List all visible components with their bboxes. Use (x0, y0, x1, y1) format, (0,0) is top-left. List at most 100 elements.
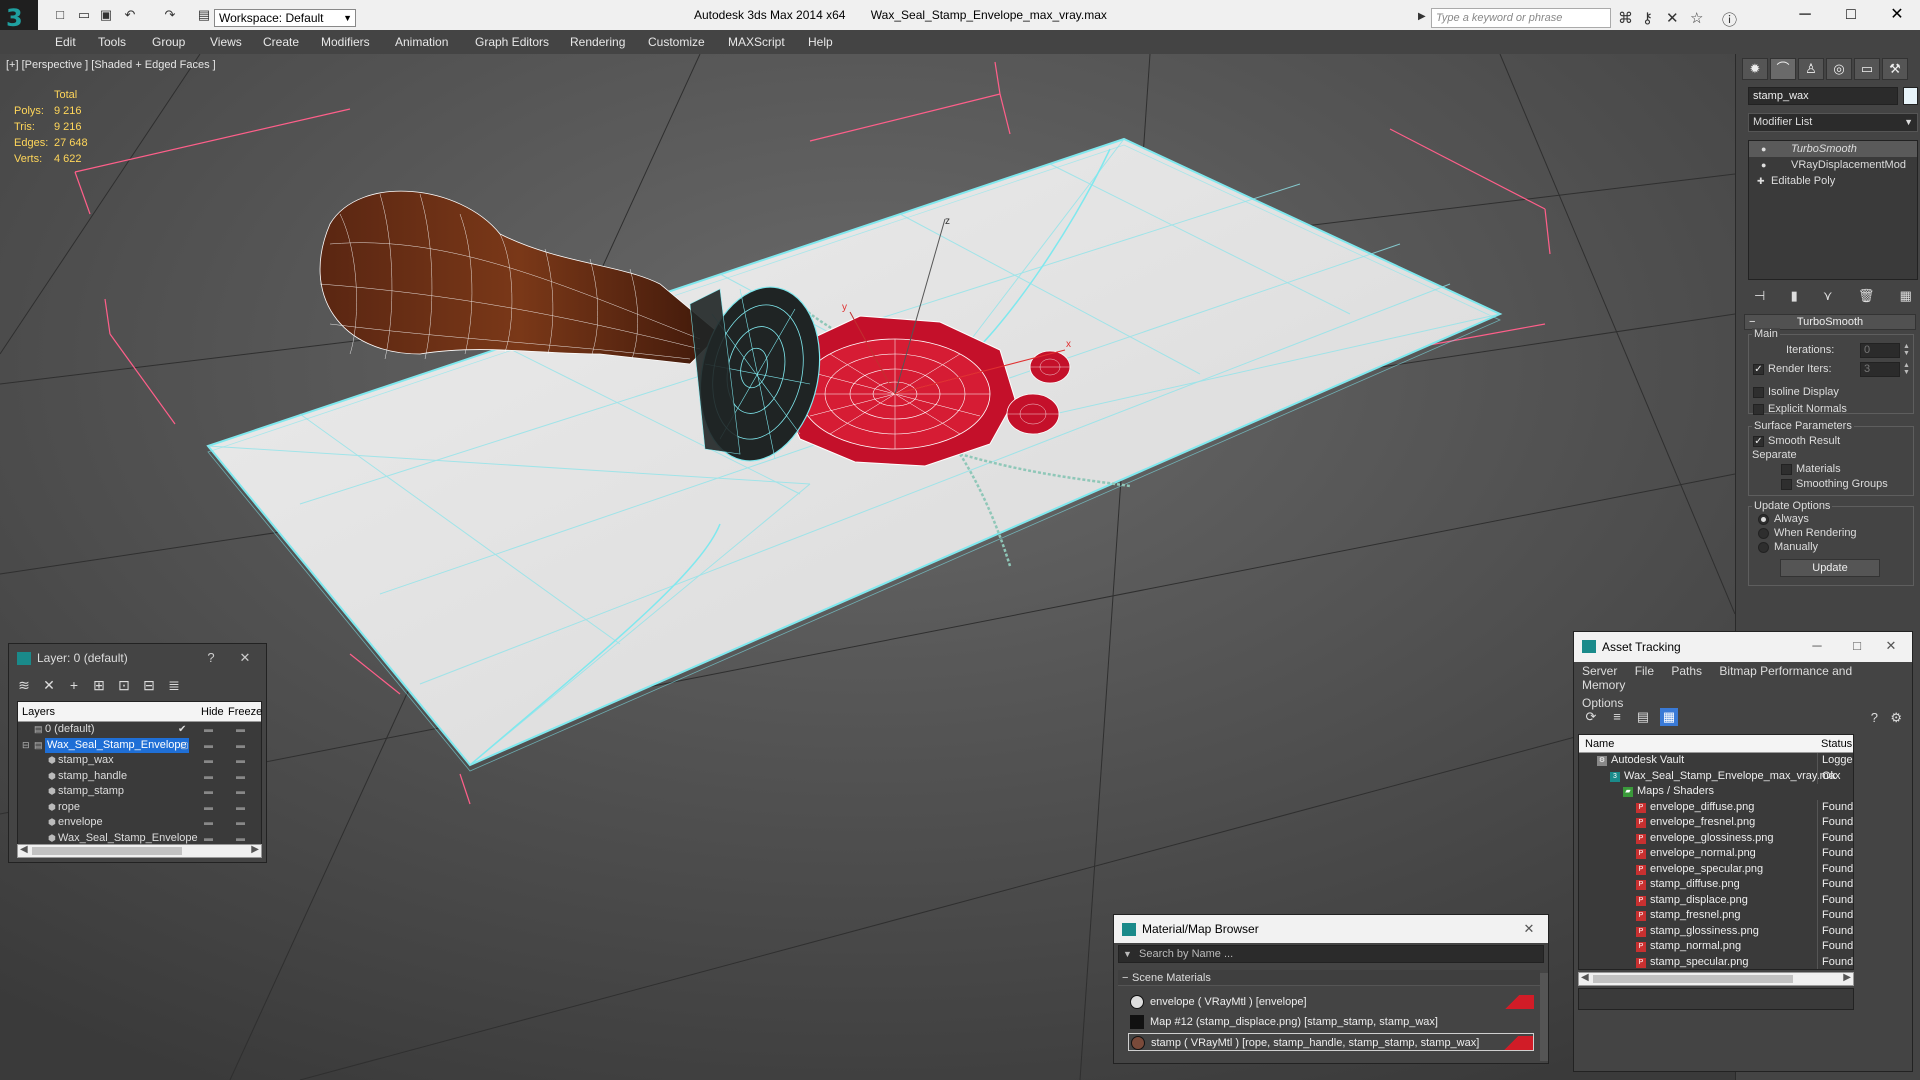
utilities-tab-icon[interactable]: ⚒ (1882, 58, 1908, 80)
asset-row[interactable]: Penvelope_glossiness.png Found (1579, 830, 1853, 846)
asset-row[interactable]: Penvelope_diffuse.png Found (1579, 799, 1853, 815)
minimize-button[interactable]: ─ (1802, 632, 1832, 660)
render-iters-spinner[interactable]: 3 (1860, 362, 1900, 377)
create-tab-icon[interactable]: ✹ (1742, 58, 1768, 80)
create-layer-icon[interactable]: + (65, 676, 83, 694)
key-icon[interactable]: ⚷ (1642, 9, 1653, 27)
help-icon[interactable]: ? (1871, 710, 1878, 725)
stack-item-turbosmooth[interactable]: ● TurboSmooth (1749, 141, 1917, 157)
delete-layer-icon[interactable]: ✕ (40, 676, 58, 694)
hide-toggle[interactable]: ▬ (204, 769, 213, 785)
menu-tools[interactable]: Tools (98, 35, 126, 49)
hide-column-header[interactable]: Hide (201, 706, 224, 718)
layer-object-row[interactable]: ⬢ stamp_stamp ▬ ▬ (18, 784, 261, 800)
isoline-display-checkbox[interactable] (1753, 387, 1764, 398)
expand-plus-icon[interactable]: ✚ (1757, 173, 1765, 189)
project-folder-icon[interactable]: ▤ (196, 7, 212, 23)
menu-customize[interactable]: Customize (648, 35, 705, 49)
update-button[interactable]: Update (1780, 559, 1880, 577)
close-icon[interactable]: ✕ (1514, 915, 1544, 943)
render-iters-checkbox[interactable]: ✓ (1753, 364, 1764, 375)
menu-paths[interactable]: Paths (1671, 664, 1702, 678)
add-selection-icon[interactable]: ⊞ (90, 676, 108, 694)
scene-materials-header[interactable]: − Scene Materials (1118, 970, 1540, 986)
select-objects-icon[interactable]: ⊡ (115, 676, 133, 694)
workspace-dropdown[interactable]: Workspace: Default ▼ (214, 9, 356, 27)
hide-toggle[interactable]: ▬ (204, 738, 213, 754)
object-color-swatch[interactable] (1903, 87, 1918, 105)
layer-explorer-titlebar[interactable]: Layer: 0 (default) ? ✕ (9, 644, 266, 672)
asset-row[interactable]: Pstamp_fresnel.png Found (1579, 908, 1853, 924)
list-view-icon[interactable]: ≡ (1608, 708, 1626, 726)
exchange-icon[interactable]: ✕ (1666, 9, 1679, 27)
motion-tab-icon[interactable]: ◎ (1826, 58, 1852, 80)
layer-object-row[interactable]: ⬢ stamp_wax ▬ ▬ (18, 753, 261, 769)
search-options-icon[interactable]: ▼ (1123, 946, 1132, 962)
layer-object-row[interactable]: ⬢ envelope ▬ ▬ (18, 815, 261, 831)
favorites-star-icon[interactable]: ☆ (1690, 9, 1703, 27)
stack-item-editable-poly[interactable]: ✚ Editable Poly (1749, 173, 1917, 189)
menu-edit[interactable]: Edit (55, 35, 76, 49)
show-end-result-icon[interactable]: ▮ (1791, 288, 1798, 308)
update-when-rendering-radio[interactable] (1758, 528, 1769, 539)
binoculars-icon[interactable]: ⌘ (1618, 9, 1633, 27)
close-button[interactable]: ✕ (1874, 2, 1920, 28)
remove-modifier-icon[interactable]: 🗑 (1858, 288, 1875, 308)
menu-modifiers[interactable]: Modifiers (321, 35, 370, 49)
asset-row[interactable]: Penvelope_fresnel.png Found (1579, 815, 1853, 831)
undo-icon[interactable]: ↶ (122, 7, 138, 23)
menu-views[interactable]: Views (210, 35, 242, 49)
hide-toggle[interactable]: ▬ (204, 800, 213, 816)
active-layer-check-icon[interactable]: ✔ (178, 722, 186, 738)
status-column-header[interactable]: Status (1821, 738, 1852, 750)
material-search-input[interactable]: ▼ Search by Name ... (1118, 945, 1544, 963)
freeze-toggle[interactable]: ▬ (236, 753, 245, 769)
freeze-toggle[interactable]: ▬ (236, 722, 245, 738)
grid-view-icon[interactable]: ▦ (1660, 708, 1678, 726)
name-column-header[interactable]: Name (1585, 738, 1614, 750)
scroll-left-icon[interactable]: ◀ (20, 844, 28, 855)
object-name-field[interactable]: stamp_wax (1748, 87, 1898, 105)
new-file-icon[interactable]: □ (52, 7, 68, 23)
freeze-toggle[interactable]: ▬ (236, 815, 245, 831)
save-file-icon[interactable]: ▣ (98, 7, 114, 23)
scrollbar-thumb[interactable] (1593, 975, 1793, 983)
lightbulb-icon[interactable]: ● (1761, 141, 1766, 157)
layers-column-header[interactable]: Layers (22, 706, 55, 718)
set-active-layer-icon[interactable]: ▢ (180, 738, 189, 754)
menu-rendering[interactable]: Rendering (570, 35, 625, 49)
search-input[interactable]: Type a keyword or phrase (1431, 8, 1611, 28)
asset-row[interactable]: ⚙ Autodesk Vault Logged O (1579, 753, 1853, 769)
modifier-list-dropdown[interactable]: Modifier List ▼ (1748, 113, 1918, 132)
material-vertical-scrollbar[interactable] (1540, 973, 1548, 1061)
asset-row[interactable]: Penvelope_specular.png Found (1579, 861, 1853, 877)
menu-create[interactable]: Create (263, 35, 299, 49)
menu-group[interactable]: Group (152, 35, 185, 49)
menu-bitmap-performance[interactable]: Bitmap Performance and Memory (1582, 664, 1852, 692)
layer-row[interactable]: ▤ 0 (default) ✔ ▬ ▬ (18, 722, 261, 738)
spinner-arrows-icon[interactable]: ▲ ▼ (1902, 362, 1911, 377)
freeze-toggle[interactable]: ▬ (236, 784, 245, 800)
display-tab-icon[interactable]: ▭ (1854, 58, 1880, 80)
layer-object-row[interactable]: ⬢ stamp_handle ▬ ▬ (18, 769, 261, 785)
scroll-right-icon[interactable]: ▶ (1843, 972, 1851, 983)
material-row[interactable]: Map #12 (stamp_displace.png) [stamp_stam… (1128, 1013, 1534, 1031)
hide-toggle[interactable]: ▬ (204, 753, 213, 769)
asset-horizontal-scrollbar[interactable]: ◀ ▶ (1578, 972, 1854, 986)
smooth-result-checkbox[interactable]: ✓ (1753, 436, 1764, 447)
hide-toggle[interactable]: ▬ (204, 784, 213, 800)
redo-icon[interactable]: ↷ (162, 7, 178, 23)
freeze-toggle[interactable]: ▬ (236, 800, 245, 816)
asset-row[interactable]: Pstamp_glossiness.png Found (1579, 923, 1853, 939)
freeze-column-header[interactable]: Freeze (228, 706, 262, 718)
menu-maxscript[interactable]: MAXScript (728, 35, 785, 49)
maximize-button[interactable]: □ (1842, 632, 1872, 660)
iterations-spinner[interactable]: 0 (1860, 343, 1900, 358)
scroll-right-icon[interactable]: ▶ (251, 844, 259, 855)
material-row[interactable]: envelope ( VRayMtl ) [envelope] (1128, 993, 1534, 1011)
asset-path-field[interactable] (1578, 988, 1854, 1010)
close-icon[interactable]: ✕ (230, 644, 260, 672)
scrollbar-thumb[interactable] (32, 847, 182, 855)
pin-stack-icon[interactable]: ⊣ (1754, 288, 1765, 308)
hierarchy-tab-icon[interactable]: ♙ (1798, 58, 1824, 80)
